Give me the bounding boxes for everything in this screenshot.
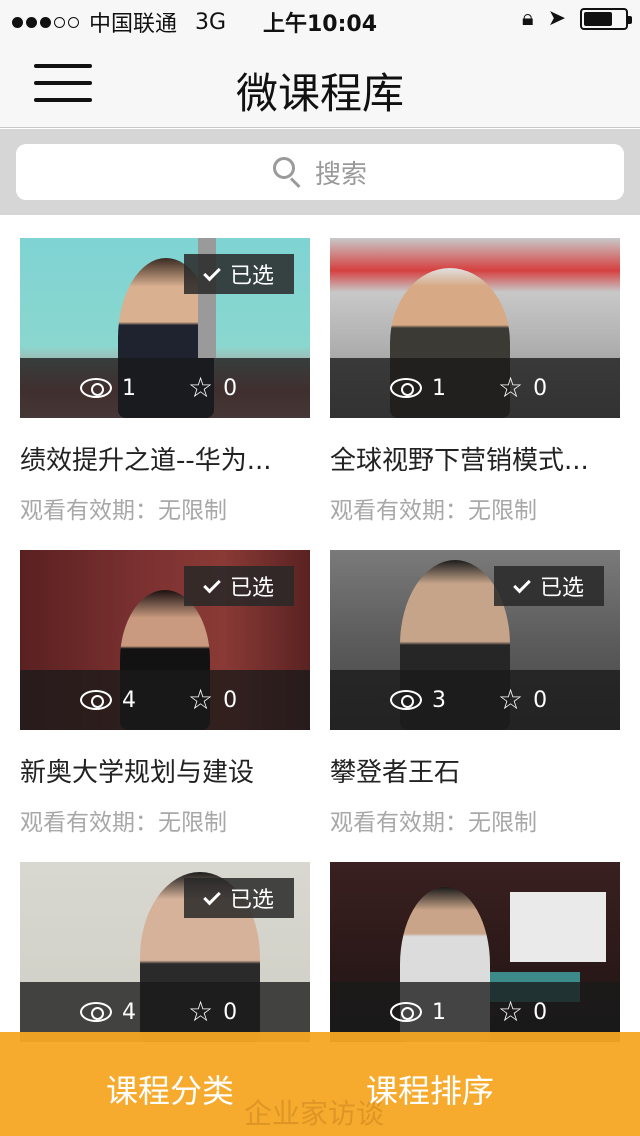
course-thumbnail[interactable]: 已选 1 ☆ 0: [20, 238, 310, 418]
star-icon[interactable]: ☆: [188, 998, 213, 1026]
course-thumbnail[interactable]: 已选 4 ☆ 0: [20, 862, 310, 1042]
search-placeholder: 搜索: [314, 159, 367, 190]
check-icon: [203, 887, 221, 905]
course-card[interactable]: 已选 3 ☆ 0 攀登者王石 观看有效期：无限制: [330, 550, 620, 837]
course-card[interactable]: 已选 1 ☆ 0 绩效提升之道--华为... 观看有效期：无限制: [20, 238, 310, 525]
selected-badge: 已选: [184, 566, 294, 606]
battery-icon: [580, 7, 632, 30]
sort-button[interactable]: 课程排序: [366, 1066, 494, 1112]
stats-bar: 4 ☆ 0: [20, 670, 310, 730]
course-thumbnail[interactable]: 1 ☆ 0: [330, 862, 620, 1042]
check-icon: [513, 575, 531, 593]
course-validity: 观看有效期：无限制: [20, 498, 227, 524]
selected-label: 已选: [229, 264, 274, 289]
favorite-count[interactable]: ☆ 0: [188, 686, 237, 714]
star-icon[interactable]: ☆: [498, 686, 523, 714]
stats-bar: 1 ☆ 0: [330, 358, 620, 418]
course-card[interactable]: 已选 4 ☆ 0 新奥大学规划与建设 观看有效期：无限制: [20, 550, 310, 837]
favorite-count[interactable]: ☆ 0: [498, 998, 547, 1026]
selected-badge: 已选: [494, 566, 604, 606]
course-card[interactable]: 1 ☆ 0: [330, 862, 620, 1042]
view-count: 3: [390, 688, 446, 713]
check-icon: [203, 263, 221, 281]
status-bar: 中国联通 3G 上午10:04 🔒︎ ➤: [0, 0, 640, 40]
eye-icon: [80, 1002, 112, 1022]
favorite-count-value: 0: [223, 999, 238, 1025]
selected-badge: 已选: [184, 254, 294, 294]
course-thumbnail[interactable]: 1 ☆ 0: [330, 238, 620, 418]
eye-icon: [390, 378, 422, 398]
view-count: 4: [80, 1000, 136, 1025]
star-icon[interactable]: ☆: [188, 374, 213, 402]
course-validity: 观看有效期：无限制: [20, 810, 227, 836]
category-button[interactable]: 课程分类: [106, 1066, 234, 1112]
course-title[interactable]: 绩效提升之道--华为...: [20, 440, 310, 477]
view-count-value: 1: [122, 375, 136, 401]
view-count-value: 1: [432, 999, 446, 1025]
selected-badge: 已选: [184, 878, 294, 918]
status-right: 🔒︎ ➤: [521, 6, 632, 31]
favorite-count[interactable]: ☆ 0: [498, 374, 547, 402]
rotation-lock-icon: 🔒︎: [521, 6, 534, 31]
obscured-course-title: 企业家访谈: [244, 1097, 385, 1130]
bottom-action-bar: 企业家访谈 课程分类 课程排序: [0, 1032, 640, 1136]
favorite-count[interactable]: ☆ 0: [188, 374, 237, 402]
course-title[interactable]: 新奥大学规划与建设: [20, 752, 310, 789]
view-count-value: 4: [122, 999, 136, 1025]
eye-icon: [390, 1002, 422, 1022]
favorite-count-value: 0: [533, 999, 548, 1025]
star-icon[interactable]: ☆: [498, 998, 523, 1026]
course-title[interactable]: 全球视野下营销模式...: [330, 440, 620, 477]
eye-icon: [390, 690, 422, 710]
course-validity: 观看有效期：无限制: [330, 498, 537, 524]
course-grid: 已选 1 ☆ 0 绩效提升之道--华为... 观看有效期：无限制 1 ☆ 0 全…: [0, 216, 640, 1136]
view-count: 4: [80, 688, 136, 713]
selected-label: 已选: [229, 888, 274, 913]
favorite-count-value: 0: [533, 687, 548, 713]
selected-label: 已选: [539, 576, 584, 601]
view-count-value: 3: [432, 687, 446, 713]
favorite-count-value: 0: [533, 375, 548, 401]
check-icon: [203, 575, 221, 593]
eye-icon: [80, 378, 112, 398]
page-title: 微课程库: [235, 69, 404, 118]
view-count: 1: [390, 1000, 446, 1025]
star-icon[interactable]: ☆: [188, 686, 213, 714]
eye-icon: [80, 690, 112, 710]
course-validity: 观看有效期：无限制: [330, 810, 537, 836]
view-count-value: 1: [432, 375, 446, 401]
favorite-count[interactable]: ☆ 0: [188, 998, 237, 1026]
course-thumbnail[interactable]: 已选 4 ☆ 0: [20, 550, 310, 730]
search-bar-container: 搜索: [0, 129, 640, 215]
favorite-count[interactable]: ☆ 0: [498, 686, 547, 714]
search-icon: [272, 157, 303, 189]
star-icon[interactable]: ☆: [498, 374, 523, 402]
course-card[interactable]: 1 ☆ 0 全球视野下营销模式... 观看有效期：无限制: [330, 238, 620, 525]
view-count: 1: [80, 376, 136, 401]
stats-bar: 3 ☆ 0: [330, 670, 620, 730]
selected-label: 已选: [229, 576, 274, 601]
stats-bar: 1 ☆ 0: [20, 358, 310, 418]
location-arrow-icon: ➤: [547, 6, 566, 31]
search-input[interactable]: 搜索: [16, 144, 624, 200]
favorite-count-value: 0: [223, 687, 238, 713]
view-count: 1: [390, 376, 446, 401]
view-count-value: 4: [122, 687, 136, 713]
favorite-count-value: 0: [223, 375, 238, 401]
course-title[interactable]: 攀登者王石: [330, 752, 620, 789]
course-thumbnail[interactable]: 已选 3 ☆ 0: [330, 550, 620, 730]
course-card[interactable]: 已选 4 ☆ 0: [20, 862, 310, 1042]
nav-bar: 微课程库: [0, 40, 640, 128]
